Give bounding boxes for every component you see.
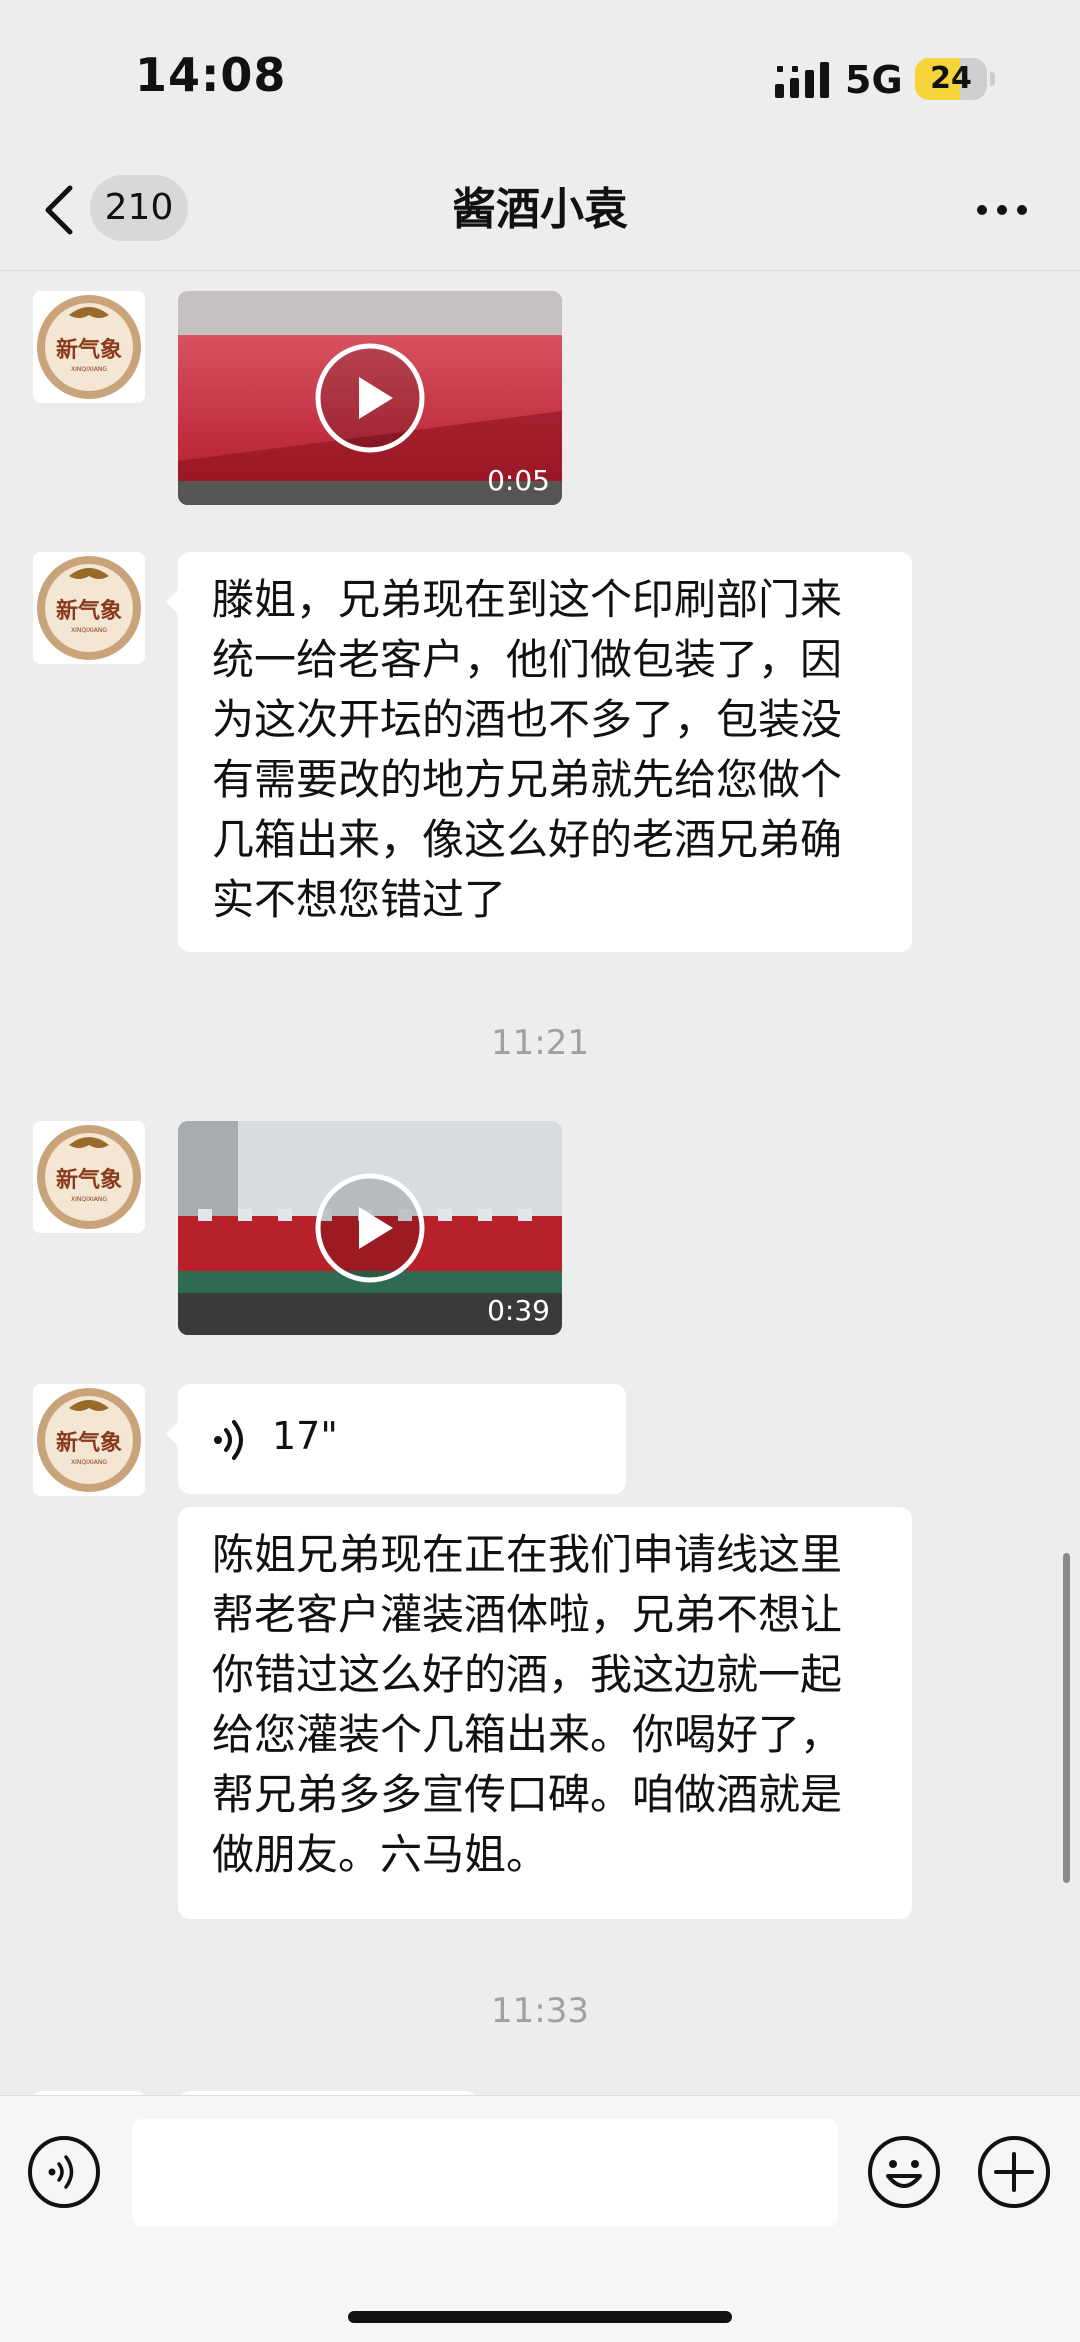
brand-logo-icon: 新气象 XINQIXIANG xyxy=(33,291,145,403)
brand-text: 新气象 xyxy=(56,1430,122,1456)
brand-text: 新气象 xyxy=(56,598,122,624)
chat-header: 210 酱酒小袁 xyxy=(0,150,1080,271)
more-options-icon[interactable] xyxy=(972,190,1032,230)
scrollbar[interactable] xyxy=(1063,1553,1070,1883)
sender-avatar[interactable]: 新气象 XINQIXIANG xyxy=(33,552,145,664)
message-text: 陈姐兄弟现在正在我们申请线这里帮老客户灌装酒体啦，兄弟不想让你错过这么好的酒，我… xyxy=(212,1530,843,1879)
timestamp-divider: 11:21 xyxy=(491,1023,589,1063)
voice-wave-icon xyxy=(214,1420,243,1460)
timestamp-divider: 11:33 xyxy=(491,1991,589,2031)
video-duration: 0:05 xyxy=(487,464,550,497)
chat-title: 酱酒小袁 xyxy=(452,184,628,235)
message-list[interactable]: 新气象 XINQIXIANG 0:05 新气象 XINQIXIANG 滕姐，兄弟… xyxy=(0,271,1080,2095)
brand-subtext: XINQIXIANG xyxy=(71,366,107,373)
brand-subtext: XINQIXIANG xyxy=(71,1196,107,1203)
sender-avatar[interactable]: 新气象 XINQIXIANG xyxy=(33,1384,145,1496)
video-message[interactable]: 0:39 xyxy=(178,1121,562,1335)
brand-logo-icon: 新气象 XINQIXIANG xyxy=(33,552,145,664)
play-icon[interactable] xyxy=(315,1173,425,1283)
text-message-bubble[interactable]: 陈姐兄弟现在正在我们申请线这里帮老客户灌装酒体啦，兄弟不想让你错过这么好的酒，我… xyxy=(178,1507,912,1919)
message-text: 滕姐，兄弟现在到这个印刷部门来统一给老客户，他们做包装了，因为这次开坛的酒也不多… xyxy=(212,575,843,924)
brand-text: 新气象 xyxy=(56,1167,122,1193)
voice-duration: 17" xyxy=(272,1414,338,1458)
back-icon[interactable] xyxy=(42,184,78,236)
network-type: 5G xyxy=(845,58,903,102)
home-indicator[interactable] xyxy=(348,2311,732,2323)
plus-icon[interactable] xyxy=(976,2134,1052,2210)
status-bar: 14:08 5G 24 xyxy=(0,0,1080,150)
voice-input-icon[interactable] xyxy=(26,2134,102,2210)
voice-message-bubble[interactable]: 17" xyxy=(166,1384,626,1494)
battery-indicator: 24 xyxy=(915,58,987,100)
sender-avatar[interactable]: 新气象 XINQIXIANG xyxy=(33,291,145,403)
video-message[interactable]: 0:05 xyxy=(178,291,562,505)
battery-tip xyxy=(990,72,995,86)
emoji-icon[interactable] xyxy=(866,2134,942,2210)
brand-logo-icon: 新气象 XINQIXIANG xyxy=(33,1121,145,1233)
status-time: 14:08 xyxy=(135,48,287,102)
brand-subtext: XINQIXIANG xyxy=(71,1459,107,1466)
play-icon[interactable] xyxy=(315,343,425,453)
signal-strength-icon xyxy=(775,62,829,98)
sender-avatar[interactable]: 新气象 XINQIXIANG xyxy=(33,1121,145,1233)
unread-count-badge[interactable]: 210 xyxy=(90,175,188,241)
message-input[interactable] xyxy=(132,2119,838,2227)
video-duration: 0:39 xyxy=(487,1294,550,1327)
brand-logo-icon: 新气象 XINQIXIANG xyxy=(33,1384,145,1496)
input-bar xyxy=(0,2095,1080,2342)
battery-percent: 24 xyxy=(930,61,972,96)
brand-text: 新气象 xyxy=(56,337,122,363)
text-message-bubble[interactable]: 滕姐，兄弟现在到这个印刷部门来统一给老客户，他们做包装了，因为这次开坛的酒也不多… xyxy=(166,552,912,952)
brand-subtext: XINQIXIANG xyxy=(71,627,107,634)
